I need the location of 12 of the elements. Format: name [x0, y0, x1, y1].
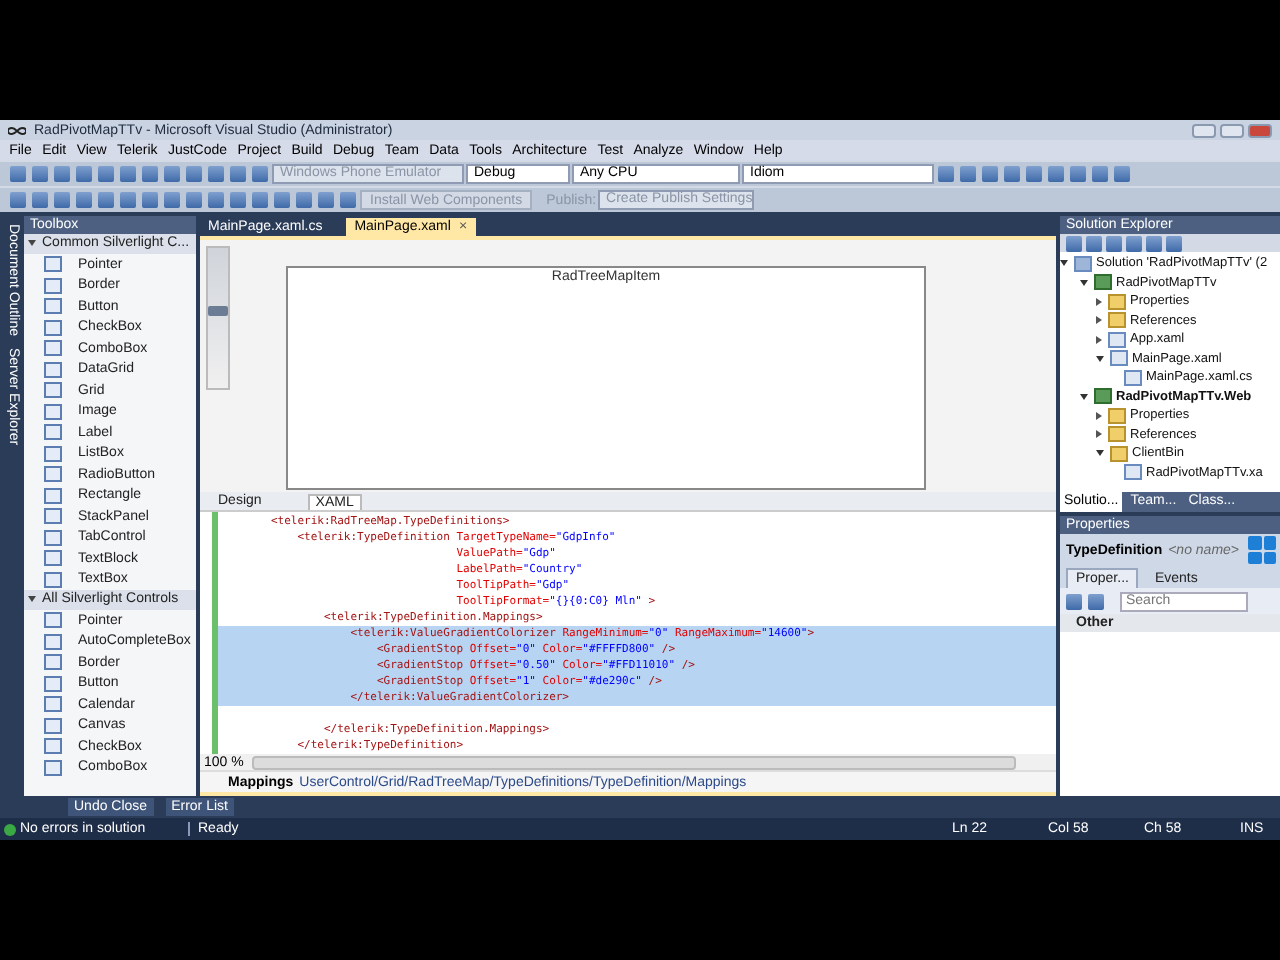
zoom-slider[interactable]: [206, 246, 230, 390]
project-icon: [1094, 274, 1112, 291]
close-button[interactable]: [1248, 123, 1272, 137]
infinity-icon: [8, 125, 26, 135]
minimize-button[interactable]: [1192, 123, 1216, 137]
file-icon: [1074, 255, 1092, 272]
horizontal-scrollbar[interactable]: [251, 755, 1016, 769]
code-editor[interactable]: [212, 512, 1056, 754]
blocks-icon: [1248, 536, 1276, 564]
project-icon: [1094, 388, 1112, 405]
file-icon: [1124, 464, 1142, 481]
maximize-button[interactable]: [1220, 123, 1244, 137]
